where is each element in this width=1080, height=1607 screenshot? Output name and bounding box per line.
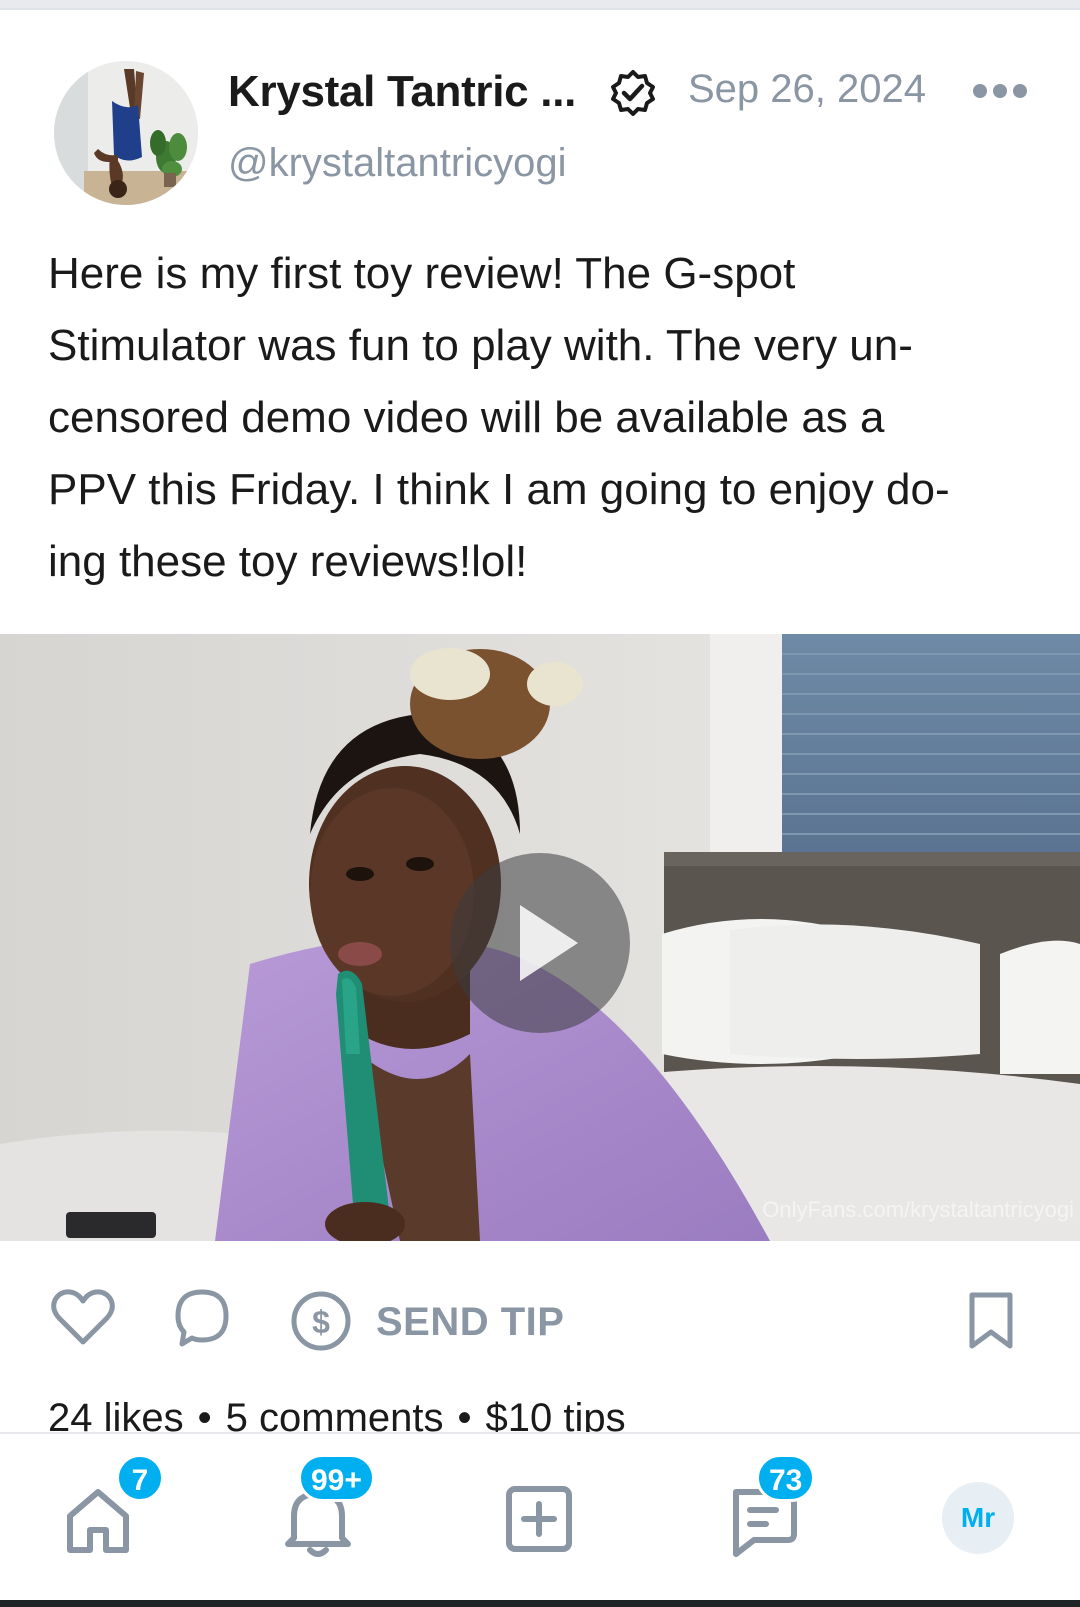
top-divider [0, 0, 1080, 10]
system-nav-bar [0, 1600, 1080, 1607]
bookmark-icon[interactable] [966, 1290, 1016, 1352]
video-player[interactable]: OnlyFans.com/krystaltantricyogi [0, 634, 1080, 1241]
post-text-line: PPV this Friday. I think I am going to e… [48, 465, 950, 514]
post-text-line: ing these toy reviews!lol! [48, 537, 528, 586]
author-avatar[interactable] [54, 61, 198, 205]
video-watermark: OnlyFans.com/krystaltantricyogi [762, 1197, 1074, 1222]
send-tip-label: SEND TIP [376, 1300, 565, 1344]
home-badge: 7 [116, 1454, 164, 1502]
avatar-photo [54, 61, 198, 205]
post-page: Krystal Tantric ... Sep 26, 2024 @krysta… [0, 0, 1080, 1607]
messages-badge: 73 [756, 1454, 816, 1502]
post-header: Krystal Tantric ... Sep 26, 2024 @krysta… [0, 55, 1080, 215]
nav-notifications[interactable]: 99+ [270, 1434, 410, 1602]
play-icon [520, 905, 578, 981]
verified-badge-icon [611, 70, 655, 116]
svg-text:$: $ [312, 1304, 330, 1340]
heart-icon[interactable] [50, 1288, 116, 1348]
post-actions: $ SEND TIP [0, 1282, 1080, 1358]
nav-messages[interactable]: 73 [716, 1434, 856, 1602]
dollar-circle-icon: $ [291, 1291, 351, 1351]
profile-avatar[interactable]: Mr [942, 1482, 1014, 1554]
author-handle[interactable]: @krystaltantricyogi [228, 141, 566, 186]
post-text-line: censored demo video will be available as… [48, 393, 885, 442]
comment-icon[interactable] [172, 1286, 232, 1350]
bottom-nav: 7 99+ 73 Mr [0, 1432, 1080, 1600]
post-text-line: Here is my first toy review! The G-spot [48, 249, 796, 298]
author-name[interactable]: Krystal Tantric ... [228, 67, 576, 117]
post-date: Sep 26, 2024 [688, 67, 926, 111]
nav-home[interactable]: 7 [50, 1434, 180, 1602]
notifications-badge: 99+ [298, 1454, 375, 1502]
post-text-line: Stimulator was fun to play with. The ver… [48, 321, 913, 370]
nav-add-post[interactable] [500, 1434, 580, 1602]
add-post-icon [506, 1486, 572, 1552]
post-text: Here is my first toy review! The G-spot … [48, 238, 1038, 598]
play-button[interactable] [450, 853, 630, 1033]
more-options-icon[interactable] [972, 81, 1028, 101]
